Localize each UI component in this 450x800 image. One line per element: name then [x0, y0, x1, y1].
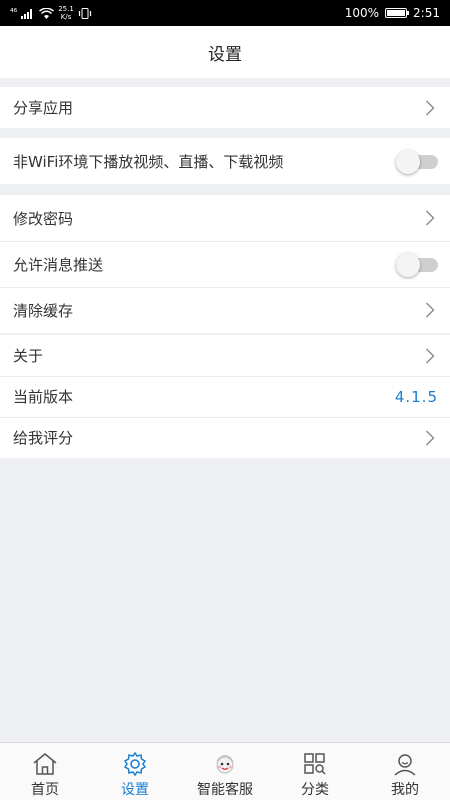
- status-left: ⁴⁶ 25.1 K/s: [10, 5, 92, 21]
- network-speed: 25.1 K/s: [58, 5, 74, 21]
- tab-settings[interactable]: 设置: [90, 743, 180, 800]
- change-password-item[interactable]: 修改密码: [0, 195, 450, 241]
- tab-home[interactable]: 首页: [0, 743, 90, 800]
- wifi-group: 非WiFi环境下播放视频、直播、下载视频: [0, 138, 450, 184]
- chevron-right-icon: [422, 430, 438, 446]
- version-label: 当前版本: [13, 388, 74, 406]
- tab-settings-label: 设置: [121, 782, 149, 798]
- robot-mascot-icon: [211, 751, 239, 777]
- account-group: 修改密码 允许消息推送 清除缓存: [0, 195, 450, 333]
- version-value: 4.1.5: [394, 387, 438, 406]
- push-notification-item: 允许消息推送: [0, 241, 450, 287]
- tab-category-label: 分类: [301, 782, 329, 798]
- share-group: 分享应用: [0, 87, 450, 128]
- signal-icon: [21, 8, 33, 19]
- user-icon: [391, 751, 419, 777]
- chevron-right-icon: [422, 100, 438, 116]
- wifi-icon: [39, 7, 55, 19]
- about-item[interactable]: 关于: [0, 335, 450, 376]
- speed-value: 25.1: [58, 5, 74, 13]
- tab-home-label: 首页: [31, 782, 59, 798]
- share-app-label: 分享应用: [13, 99, 74, 117]
- chevron-right-icon: [422, 302, 438, 318]
- clear-cache-label: 清除缓存: [13, 301, 74, 320]
- status-right: 100% 2:51: [345, 6, 440, 20]
- toggle-knob: [396, 150, 420, 174]
- speed-unit: K/s: [60, 13, 72, 21]
- tab-service[interactable]: 智能客服: [180, 743, 270, 800]
- rate-item[interactable]: 给我评分: [0, 417, 450, 458]
- gear-icon: [121, 751, 149, 777]
- change-password-label: 修改密码: [13, 209, 74, 228]
- page-title: 设置: [208, 44, 242, 65]
- push-notification-label: 允许消息推送: [13, 255, 104, 274]
- about-group: 关于 当前版本 4.1.5 给我评分: [0, 335, 450, 458]
- wifi-video-toggle[interactable]: [396, 150, 438, 174]
- rate-label: 给我评分: [13, 429, 74, 447]
- tab-category[interactable]: 分类: [270, 743, 360, 800]
- status-bar: ⁴⁶ 25.1 K/s 100% 2:51: [0, 0, 450, 26]
- toggle-knob: [396, 253, 420, 277]
- tab-mine[interactable]: 我的: [360, 743, 450, 800]
- about-label: 关于: [13, 347, 44, 365]
- clear-cache-item[interactable]: 清除缓存: [0, 287, 450, 333]
- home-icon: [31, 751, 59, 777]
- tab-service-label: 智能客服: [197, 782, 253, 798]
- chevron-right-icon: [422, 348, 438, 364]
- version-item: 当前版本 4.1.5: [0, 376, 450, 417]
- chevron-right-icon: [422, 210, 438, 226]
- page-header: 设置: [0, 26, 450, 78]
- share-app-item[interactable]: 分享应用: [0, 87, 450, 128]
- wifi-video-item: 非WiFi环境下播放视频、直播、下载视频: [0, 138, 450, 184]
- signal-label: ⁴⁶: [10, 8, 18, 18]
- grid-search-icon: [301, 751, 329, 777]
- tab-mine-label: 我的: [391, 782, 419, 798]
- vibrate-icon: [78, 7, 91, 19]
- clock: 2:51: [413, 6, 440, 20]
- battery-percent: 100%: [344, 6, 380, 20]
- bottom-tab-bar: 首页 设置 智能客服 分类 我的: [0, 742, 450, 800]
- battery-icon: [385, 8, 410, 18]
- wifi-video-label: 非WiFi环境下播放视频、直播、下载视频: [13, 152, 284, 171]
- push-notification-toggle[interactable]: [396, 253, 438, 277]
